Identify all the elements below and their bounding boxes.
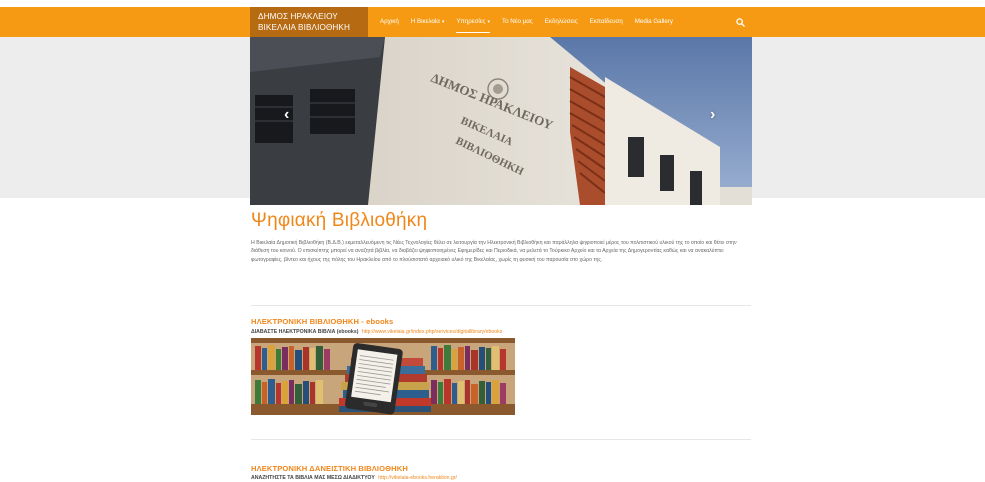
brand-line-2: ΒΙΚΕΛΑΙΑ ΒΙΒΛΙΟΘΗΚΗ bbox=[258, 23, 351, 32]
hero-slider: ΔΗΜΟΣ ΗΡΑΚΛΕΙΟΥ ΒΙΚΕΛΑΙΑ ΒΙΒΛΙΟΘΗΚΗ bbox=[250, 37, 752, 205]
nav-item-home[interactable]: Αρχική bbox=[380, 7, 399, 37]
divider bbox=[251, 305, 751, 306]
intro-paragraph: Η Βικελαία Δημοτική Βιβλιοθήκη (Β.Δ.Β.) … bbox=[251, 240, 737, 263]
lending-library-link[interactable]: http://vikelaia-ebooks.heraklion.gr/ bbox=[378, 475, 457, 481]
nav-item-vikelaia[interactable]: Η Βικελαία ▾ bbox=[411, 7, 445, 37]
chevron-left-icon: ‹ bbox=[284, 106, 290, 123]
slider-next-button[interactable]: › bbox=[710, 106, 715, 124]
section-line-ebooks: ΔΙΑΒΑΣΤΕ ΗΛΕΚΤΡΟΝΙΚΑ ΒΙΒΛΙΑ (ebooks) htt… bbox=[251, 329, 502, 335]
brand-line-1: ΔΗΜΟΣ ΗΡΑΚΛΕΙΟΥ bbox=[258, 12, 338, 21]
ebooks-banner-image[interactable] bbox=[251, 338, 515, 415]
ebooks-link[interactable]: http://www.vikelaia.gr/index.php/service… bbox=[362, 329, 502, 335]
nav-item-events[interactable]: Εκδηλώσεις bbox=[545, 7, 578, 37]
nav-item-media-gallery[interactable]: Media Gallery bbox=[635, 7, 673, 37]
site-logo[interactable]: ΔΗΜΟΣ ΗΡΑΚΛΕΙΟΥ ΒΙΚΕΛΑΙΑ ΒΙΒΛΙΟΘΗΚΗ bbox=[250, 7, 368, 37]
search-button[interactable] bbox=[728, 7, 752, 37]
nav-item-services[interactable]: Υπηρεσίες ▾ bbox=[456, 7, 490, 37]
section-title-lending-library: ΗΛΕΚΤΡΟΝΙΚΗ ΔΑΝΕΙΣΤΙΚΗ ΒΙΒΛΙΟΘΗΚΗ bbox=[251, 464, 408, 473]
nav-item-news[interactable]: Το Νέο μας bbox=[502, 7, 533, 37]
caret-down-icon: ▾ bbox=[487, 19, 490, 25]
slider-prev-button[interactable]: ‹ bbox=[284, 106, 289, 124]
main-nav: Αρχική Η Βικελαία ▾ Υπηρεσίες ▾ Το Νέο μας… bbox=[368, 7, 673, 37]
chevron-right-icon: › bbox=[710, 106, 716, 123]
page-title: Ψηφιακή Βιβλιοθήκη bbox=[251, 210, 428, 231]
slide-image-library-building: ΔΗΜΟΣ ΗΡΑΚΛΕΙΟΥ ΒΙΚΕΛΑΙΑ ΒΙΒΛΙΟΘΗΚΗ bbox=[250, 37, 752, 205]
section-label: ΔΙΑΒΑΣΤΕ ΗΛΕΚΤΡΟΝΙΚΑ ΒΙΒΛΙΑ (ebooks) bbox=[251, 329, 359, 335]
nav-item-education[interactable]: Εκπαίδευση bbox=[590, 7, 623, 37]
ebook-reader-illustration bbox=[251, 338, 515, 415]
section-line-lending-library: ΑΝΑΖΗΤΗΣΤΕ ΤΑ ΒΙΒΛΙΑ ΜΑΣ ΜΕΣΩ ΔΙΑΔΙΚΤΥΟΥ… bbox=[251, 475, 457, 481]
divider bbox=[251, 439, 751, 440]
search-icon bbox=[735, 17, 745, 27]
section-label: ΑΝΑΖΗΤΗΣΤΕ ΤΑ ΒΙΒΛΙΑ ΜΑΣ ΜΕΣΩ ΔΙΑΔΙΚΤΥΟΥ bbox=[251, 475, 375, 481]
caret-down-icon: ▾ bbox=[441, 19, 445, 25]
section-title-ebooks: ΗΛΕΚΤΡΟΝΙΚΗ ΒΙΒΛΙΟΘΗΚΗ - ebooks bbox=[251, 317, 394, 326]
